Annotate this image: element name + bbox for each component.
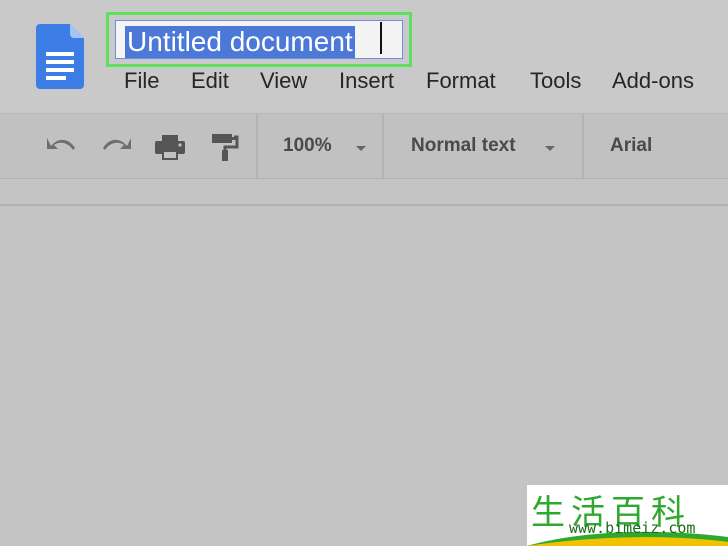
redo-icon[interactable] — [100, 132, 134, 162]
toolbar-divider — [382, 114, 384, 179]
menu-file[interactable]: File — [124, 68, 159, 94]
toolbar-divider — [582, 114, 584, 179]
font-select[interactable]: Arial — [610, 135, 652, 157]
undo-icon[interactable] — [44, 132, 78, 162]
ruler-divider — [0, 204, 728, 206]
text-cursor — [380, 22, 382, 54]
menu-edit[interactable]: Edit — [191, 68, 229, 94]
style-dropdown-icon[interactable] — [545, 146, 555, 151]
watermark-url: www.bimeiz.com — [569, 519, 696, 537]
menu-add-ons[interactable]: Add-ons — [612, 68, 694, 94]
document-title[interactable]: Untitled document — [125, 26, 355, 58]
document-title-input[interactable]: Untitled document — [115, 20, 403, 59]
zoom-dropdown-icon[interactable] — [356, 146, 366, 151]
print-icon[interactable] — [153, 132, 187, 162]
toolbar-divider — [256, 114, 258, 179]
menu-view[interactable]: View — [260, 68, 307, 94]
menu-tools[interactable]: Tools — [530, 68, 581, 94]
zoom-value[interactable]: 100% — [283, 135, 332, 157]
menu-insert[interactable]: Insert — [339, 68, 394, 94]
google-docs-icon[interactable] — [36, 24, 84, 89]
style-select[interactable]: Normal text — [411, 135, 516, 157]
title-highlight: Untitled document — [106, 12, 412, 67]
paint-format-icon[interactable] — [207, 132, 241, 162]
toolbar: 100% Normal text Arial — [0, 113, 728, 179]
app-header: Untitled document File Edit View Insert … — [0, 0, 728, 113]
watermark-logo: 生活百科 www.bimeiz.com — [527, 485, 728, 546]
menu-format[interactable]: Format — [426, 68, 496, 94]
